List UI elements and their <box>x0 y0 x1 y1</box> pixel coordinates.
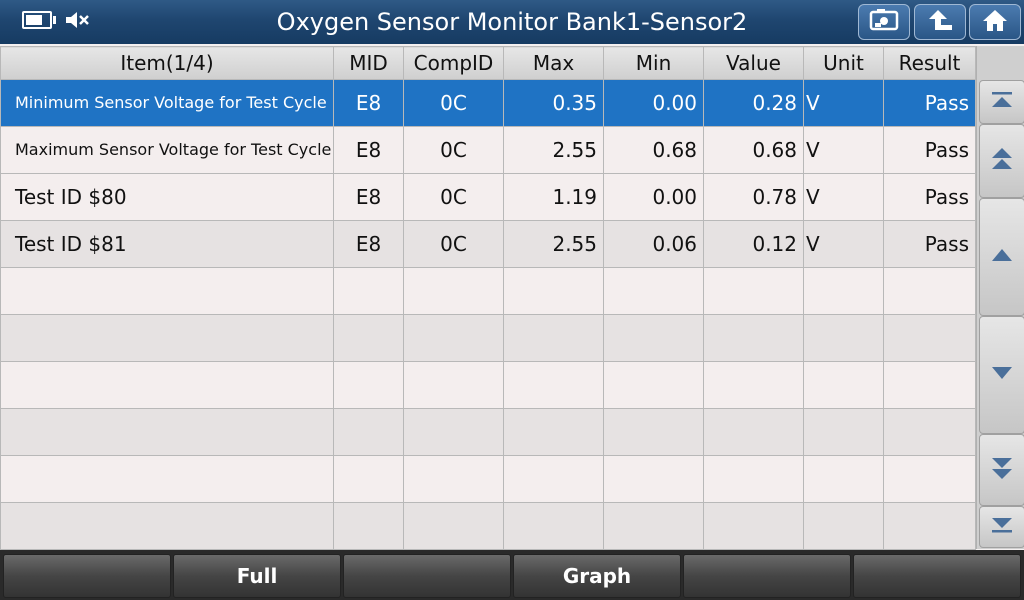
cell-mid: E8 <box>333 173 404 221</box>
scroll-top-icon <box>990 91 1014 113</box>
cell-item: Maximum Sensor Voltage for Test Cycle <box>0 126 334 174</box>
cell-mid: E8 <box>333 126 404 174</box>
cell-result: Pass <box>883 126 976 174</box>
function-button-5[interactable] <box>683 554 851 598</box>
line-down-icon <box>990 365 1014 385</box>
empty-row <box>0 267 976 315</box>
table-row[interactable]: Test ID $81 E8 0C 2.55 0.06 0.12 V Pass <box>0 220 976 268</box>
function-button-6[interactable] <box>853 554 1021 598</box>
screenshot-button[interactable] <box>858 4 910 40</box>
page-up-icon <box>990 146 1014 176</box>
cell-item: Minimum Sensor Voltage for Test Cycle <box>0 79 334 127</box>
cell-unit: V <box>803 173 884 221</box>
empty-row <box>0 408 976 456</box>
cell-compid: 0C <box>403 220 504 268</box>
function-button-3[interactable] <box>343 554 511 598</box>
line-up-button[interactable] <box>979 198 1024 316</box>
scroll-bottom-button[interactable] <box>979 506 1024 548</box>
function-button-1[interactable] <box>3 554 171 598</box>
cell-max: 0.35 <box>503 79 604 127</box>
title-bar: Oxygen Sensor Monitor Bank1-Sensor2 <box>0 0 1024 44</box>
cell-mid: E8 <box>333 79 404 127</box>
cell-item: Test ID $81 <box>0 220 334 268</box>
cell-value: 0.78 <box>703 173 804 221</box>
page-down-icon <box>990 455 1014 485</box>
column-header-result[interactable]: Result <box>883 46 976 80</box>
column-header-item[interactable]: Item(1/4) <box>0 46 334 80</box>
scroll-bottom-icon <box>990 516 1014 538</box>
cell-unit: V <box>803 79 884 127</box>
column-header-min[interactable]: Min <box>603 46 704 80</box>
table-row[interactable]: Maximum Sensor Voltage for Test Cycle E8… <box>0 126 976 174</box>
cell-result: Pass <box>883 220 976 268</box>
cell-item: Test ID $80 <box>0 173 334 221</box>
home-icon <box>981 8 1009 36</box>
cell-unit: V <box>803 126 884 174</box>
cell-compid: 0C <box>403 126 504 174</box>
cell-result: Pass <box>883 79 976 127</box>
line-down-button[interactable] <box>979 316 1024 434</box>
table-header: Item(1/4) MID CompID Max Min Value Unit … <box>0 46 976 80</box>
column-header-compid[interactable]: CompID <box>403 46 504 80</box>
cell-value: 0.12 <box>703 220 804 268</box>
cell-min: 0.68 <box>603 126 704 174</box>
cell-compid: 0C <box>403 173 504 221</box>
graph-button[interactable]: Graph <box>513 554 681 598</box>
cell-value: 0.28 <box>703 79 804 127</box>
cell-mid: E8 <box>333 220 404 268</box>
cell-value: 0.68 <box>703 126 804 174</box>
column-header-max[interactable]: Max <box>503 46 604 80</box>
cell-min: 0.06 <box>603 220 704 268</box>
cell-result: Pass <box>883 173 976 221</box>
table-row[interactable]: Minimum Sensor Voltage for Test Cycle E8… <box>0 79 976 127</box>
cell-max: 2.55 <box>503 126 604 174</box>
screenshot-icon <box>869 9 899 35</box>
cell-max: 1.19 <box>503 173 604 221</box>
table-row[interactable]: Test ID $80 E8 0C 1.19 0.00 0.78 V Pass <box>0 173 976 221</box>
column-header-value[interactable]: Value <box>703 46 804 80</box>
cell-min: 0.00 <box>603 173 704 221</box>
cell-max: 2.55 <box>503 220 604 268</box>
function-bar: Full Graph <box>0 550 1024 600</box>
empty-row <box>0 361 976 409</box>
cell-min: 0.00 <box>603 79 704 127</box>
page-up-button[interactable] <box>979 124 1024 198</box>
cell-unit: V <box>803 220 884 268</box>
back-icon <box>926 8 954 36</box>
column-header-mid[interactable]: MID <box>333 46 404 80</box>
empty-row <box>0 314 976 362</box>
line-up-icon <box>990 247 1014 267</box>
results-table: Item(1/4) MID CompID Max Min Value Unit … <box>0 46 976 550</box>
empty-row <box>0 502 976 550</box>
empty-row <box>0 455 976 503</box>
back-button[interactable] <box>914 4 966 40</box>
full-button[interactable]: Full <box>173 554 341 598</box>
cell-compid: 0C <box>403 79 504 127</box>
scroll-top-button[interactable] <box>979 80 1024 124</box>
scroll-panel <box>976 46 1024 549</box>
home-button[interactable] <box>969 4 1021 40</box>
page-down-button[interactable] <box>979 434 1024 506</box>
column-header-unit[interactable]: Unit <box>803 46 884 80</box>
